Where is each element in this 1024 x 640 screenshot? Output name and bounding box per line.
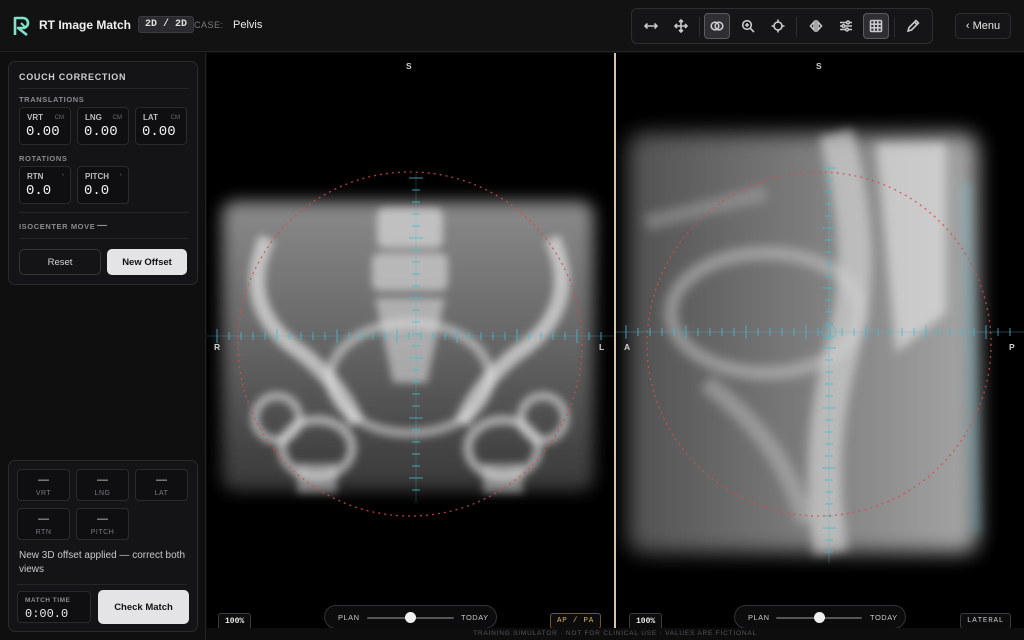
couch-correction-title: COUCH CORRECTION [19, 72, 127, 82]
left-panel: COUCH CORRECTION TRANSLATIONS VRT CM 0.0… [0, 53, 206, 640]
lng-field[interactable]: LNG CM 0.00 [77, 107, 129, 145]
app-header: RT Image Match 2D / 2D CASE: Pelvis ‹ Me… [0, 0, 1024, 52]
ap-orient-top: S [406, 61, 412, 71]
zoom-icon[interactable] [735, 13, 761, 39]
isocenter-move-value: — [97, 220, 107, 231]
ap-viewer[interactable]: S R L 100% PLAN TODAY AP / PA [207, 53, 614, 628]
case-value: Pelvis [233, 19, 263, 31]
ap-orient-right: L [599, 342, 605, 352]
ap-zoom-badge[interactable]: 100% [218, 613, 252, 628]
lateral-viewer[interactable]: S A P 100% PLAN TODAY LATERAL [616, 53, 1024, 628]
vrt-field[interactable]: VRT CM 0.00 [19, 107, 71, 145]
sliders-icon[interactable] [833, 13, 859, 39]
crosshair-icon[interactable] [765, 13, 791, 39]
result-lng: — LNG [76, 469, 129, 501]
lat-blend-slider[interactable]: PLAN TODAY [734, 605, 906, 628]
lat-blend-knob[interactable] [813, 612, 825, 623]
case-label: CASE: [194, 20, 224, 30]
reset-button[interactable]: Reset [19, 249, 101, 275]
move-icon[interactable] [668, 13, 694, 39]
status-message: New 3D offset applied — correct both vie… [19, 550, 186, 575]
app-title: RT Image Match [39, 18, 132, 32]
lateral-xray-image [616, 128, 1024, 563]
ap-orient-left: R [214, 342, 221, 352]
result-rtn: — RTN [17, 508, 70, 540]
lat-projection-badge[interactable]: LATERAL [960, 613, 1012, 628]
lat-zoom-badge[interactable]: 100% [629, 613, 663, 628]
ap-xray-image [207, 171, 614, 517]
footer-disclaimer: TRAINING SIMULATOR · NOT FOR CLINICAL US… [206, 628, 1024, 640]
grid-icon[interactable] [863, 13, 889, 39]
flip-icon[interactable] [803, 13, 829, 39]
new-offset-button[interactable]: New Offset [107, 249, 187, 275]
overlay-icon[interactable] [704, 13, 730, 39]
mode-badge[interactable]: 2D / 2D [138, 16, 195, 33]
translations-label: TRANSLATIONS [19, 95, 85, 104]
ap-blend-knob[interactable] [405, 612, 416, 623]
couch-correction-card: COUCH CORRECTION TRANSLATIONS VRT CM 0.0… [8, 61, 198, 285]
horizontal-arrows-icon[interactable] [638, 13, 664, 39]
result-vrt: — VRT [17, 469, 70, 501]
lat-orient-right: P [1009, 342, 1015, 352]
rotations-label: ROTATIONS [19, 154, 68, 163]
match-result-card: — VRT — LNG — LAT — RTN — PITCH New 3D offset… [8, 460, 198, 632]
match-time: MATCH TIME 0:00.0 [17, 591, 91, 623]
pitch-field[interactable]: PITCH ° 0.0 [77, 166, 129, 204]
pencil-icon[interactable] [900, 13, 926, 39]
result-lat: — LAT [135, 469, 188, 501]
app-logo-icon [13, 16, 30, 37]
rtn-field[interactable]: RTN ° 0.0 [19, 166, 71, 204]
check-match-button[interactable]: Check Match [98, 590, 189, 624]
isocenter-move-label: ISOCENTER MOVE [19, 222, 96, 231]
result-pitch: — PITCH [76, 508, 129, 540]
lat-orient-left: A [624, 342, 631, 352]
menu-button[interactable]: ‹ Menu [955, 13, 1011, 39]
ap-blend-slider[interactable]: PLAN TODAY [324, 605, 497, 628]
view-toolbar [631, 8, 933, 44]
lat-orient-top: S [816, 61, 822, 71]
ap-projection-badge[interactable]: AP / PA [550, 613, 602, 628]
lat-field[interactable]: LAT CM 0.00 [135, 107, 187, 145]
